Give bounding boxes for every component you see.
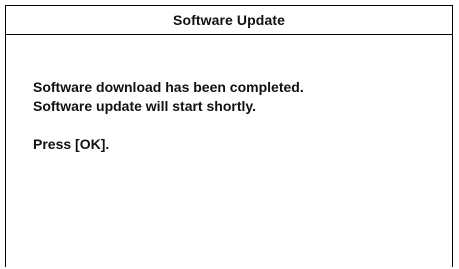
dialog-title-bar: Software Update xyxy=(6,6,452,35)
dialog-title: Software Update xyxy=(173,12,285,28)
message-line-update-starting: Software update will start shortly. xyxy=(33,98,257,114)
software-update-dialog: Software Update Software download has be… xyxy=(5,5,453,267)
dialog-body: Software download has been completed. So… xyxy=(33,78,442,154)
message-line-download-complete: Software download has been completed. xyxy=(33,79,304,95)
ok-prompt: Press [OK]. xyxy=(33,136,110,152)
